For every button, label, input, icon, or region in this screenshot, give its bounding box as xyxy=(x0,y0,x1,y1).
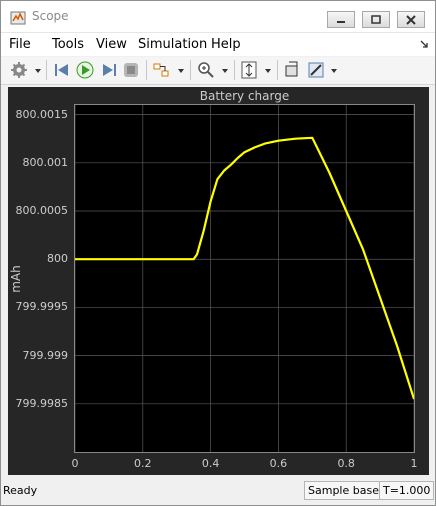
scope-app-icon xyxy=(10,11,26,25)
scope-window: Scope File Tools View Simulation Help Ba… xyxy=(0,0,436,506)
toolbar-separator xyxy=(190,60,191,80)
x-tick-label: 1 xyxy=(410,457,418,470)
plot-canvas xyxy=(75,105,414,452)
toolbar xyxy=(1,57,435,85)
sim-time-indicator: T=1.000 xyxy=(379,481,435,500)
y-tick-label: 800.0005 xyxy=(15,204,69,218)
autoscale-icon[interactable] xyxy=(240,61,258,79)
toolbar-separator xyxy=(146,60,147,80)
highlight-block-icon[interactable] xyxy=(283,61,301,79)
y-tick-label: 799.9995 xyxy=(15,300,69,314)
plot-axes[interactable] xyxy=(74,104,415,453)
minimize-button[interactable] xyxy=(327,11,355,28)
signal-select-dropdown-icon[interactable] xyxy=(178,69,184,73)
maximize-button[interactable] xyxy=(362,11,390,28)
status-bar: Ready Sample based T=1.000 xyxy=(1,478,435,505)
battery-charge-line xyxy=(75,136,414,400)
toolbar-separator xyxy=(46,60,47,80)
y-tick-label: 800.001 xyxy=(22,155,69,169)
maximize-icon xyxy=(371,14,381,24)
menu-bar: File Tools View Simulation Help xyxy=(1,33,435,56)
signal-select-icon[interactable] xyxy=(152,61,170,79)
stop-icon[interactable] xyxy=(122,61,140,79)
close-button[interactable] xyxy=(397,11,425,28)
scope-figure: Battery charge mAh 800.0015 800.001 800.00… xyxy=(8,87,429,475)
autoscale-dropdown-icon[interactable] xyxy=(265,69,271,73)
x-tick-label: 0 xyxy=(71,457,79,470)
y-tick-label: 800 xyxy=(47,252,68,266)
x-tick-label: 0.6 xyxy=(269,457,288,470)
x-tick-label: 0.4 xyxy=(201,457,220,470)
y-axis-label: mAh xyxy=(8,265,23,293)
run-icon[interactable] xyxy=(76,61,94,79)
title-bar[interactable]: Scope xyxy=(1,1,435,33)
plot-title: Battery charge xyxy=(199,89,290,103)
toolbar-separator xyxy=(234,60,235,80)
style-dropdown-icon[interactable] xyxy=(331,69,337,73)
status-text: Ready xyxy=(3,484,38,497)
close-icon xyxy=(406,14,416,25)
dock-arrow-icon[interactable] xyxy=(419,39,429,49)
zoom-icon[interactable] xyxy=(197,61,215,79)
step-back-icon[interactable] xyxy=(53,61,71,79)
x-tick-label: 0.2 xyxy=(134,457,152,470)
menu-tools[interactable]: Tools xyxy=(52,37,84,52)
menu-help[interactable]: Help xyxy=(211,37,241,52)
x-tick-label: 0.8 xyxy=(337,457,355,470)
menu-file[interactable]: File xyxy=(9,37,31,52)
y-tick-label: 800.0015 xyxy=(15,107,69,121)
y-tick-label: 799.9985 xyxy=(15,396,69,410)
minimize-icon xyxy=(337,20,345,23)
zoom-dropdown-icon[interactable] xyxy=(222,69,228,73)
step-forward-icon[interactable] xyxy=(100,61,118,79)
menu-view[interactable]: View xyxy=(96,37,127,52)
sample-mode-indicator: Sample based xyxy=(304,481,390,500)
style-icon[interactable] xyxy=(307,61,325,79)
toolbar-separator xyxy=(277,60,278,80)
y-tick-label: 799.999 xyxy=(22,348,69,362)
settings-dropdown-icon[interactable] xyxy=(35,69,41,73)
settings-icon[interactable] xyxy=(10,61,28,79)
window-title: Scope xyxy=(32,9,69,23)
menu-simulation[interactable]: Simulation xyxy=(138,37,207,52)
